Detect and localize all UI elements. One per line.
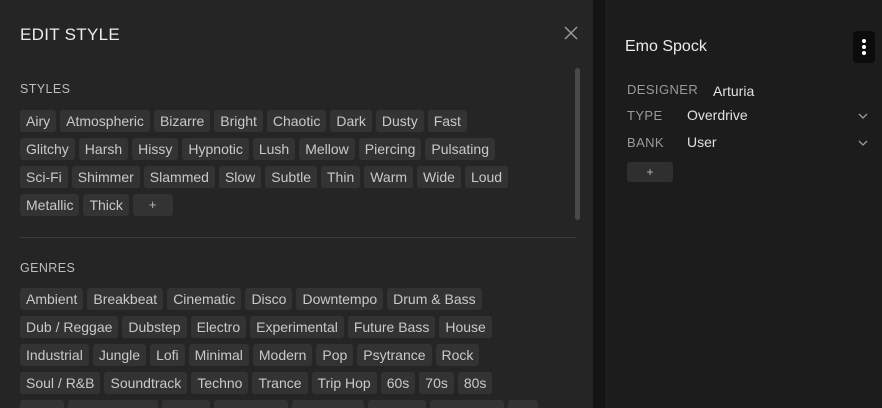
tag-chip[interactable]: Industrial: [20, 344, 89, 366]
tag-chip[interactable]: Pulsating: [425, 138, 495, 160]
tag-chip[interactable]: Techno: [191, 372, 249, 394]
tag-chip[interactable]: Slow: [218, 166, 262, 188]
close-icon[interactable]: [562, 24, 580, 42]
type-label: TYPE: [627, 108, 663, 123]
tag-chip[interactable]: Shimmer: [71, 166, 140, 188]
tag-row: Airy Atmospheric Bizarre Bright Chaotic Dark D…: [20, 110, 568, 132]
tag-chip[interactable]: Trip Hop: [311, 372, 377, 394]
tag-chip[interactable]: Disco: [245, 288, 293, 310]
tag-chip[interactable]: Downtempo: [296, 288, 384, 310]
styles-section-label: STYLES: [20, 82, 71, 96]
tag-chip-cut-off[interactable]: [292, 400, 364, 408]
tag-chip[interactable]: Thick: [83, 194, 129, 216]
tag-chip-cut-off[interactable]: [20, 400, 64, 408]
tag-chip[interactable]: Airy: [20, 110, 57, 132]
tag-chip[interactable]: Trance: [252, 372, 308, 394]
tag-chip[interactable]: Lofi: [150, 344, 185, 366]
tag-row: Dub / Reggae Dubstep Electro Experimental Fu…: [20, 316, 568, 338]
tag-chip[interactable]: Dub / Reggae: [20, 316, 119, 338]
tag-chip[interactable]: Sci-Fi: [20, 166, 68, 188]
tag-chip[interactable]: Dubstep: [122, 316, 187, 338]
tag-chip[interactable]: Thin: [321, 166, 361, 188]
add-style-button[interactable]: +: [132, 194, 173, 216]
tag-chip[interactable]: Hypnotic: [182, 138, 249, 160]
tag-chip[interactable]: Glitchy: [20, 138, 75, 160]
tag-chip[interactable]: Metallic: [20, 194, 80, 216]
tag-chip-cut-off[interactable]: [214, 400, 288, 408]
genres-section-label: GENRES: [20, 261, 76, 275]
section-divider: [20, 237, 576, 238]
tag-chip[interactable]: Subtle: [265, 166, 317, 188]
type-select[interactable]: Overdrive: [687, 107, 748, 123]
tag-row: Soul / R&B Soundtrack Techno Trance Trip Hop…: [20, 372, 568, 394]
bank-select[interactable]: User: [687, 134, 717, 150]
tag-chip-cut-off[interactable]: [162, 400, 210, 408]
tag-chip[interactable]: Bizarre: [153, 110, 211, 132]
tag-chip[interactable]: Wide: [417, 166, 461, 188]
type-chevron-down-icon[interactable]: [857, 110, 869, 122]
bank-chevron-down-icon[interactable]: [857, 137, 869, 149]
tag-chip[interactable]: Psytrance: [357, 344, 432, 366]
designer-value[interactable]: Arturia: [713, 83, 754, 99]
tag-chip[interactable]: Soul / R&B: [20, 372, 101, 394]
add-bank-button[interactable]: +: [627, 162, 673, 182]
tag-chip-cut-off[interactable]: [368, 400, 426, 408]
tag-chip[interactable]: Future Bass: [347, 316, 436, 338]
tag-chip[interactable]: Soundtrack: [104, 372, 188, 394]
scrollbar[interactable]: [575, 68, 580, 220]
tag-chip[interactable]: Pop: [316, 344, 354, 366]
tag-chip[interactable]: House: [439, 316, 492, 338]
genres-tag-list: Ambient Breakbeat Cinematic Disco Downtempo D…: [20, 288, 568, 408]
tag-chip[interactable]: Mellow: [299, 138, 355, 160]
tag-row: Industrial Jungle Lofi Minimal Modern Pop Psyt…: [20, 344, 568, 366]
tag-chip[interactable]: Dark: [330, 110, 372, 132]
tag-row-partial: [20, 400, 568, 408]
tag-row: Glitchy Harsh Hissy Hypnotic Lush Mellow Pierc…: [20, 138, 568, 160]
tag-chip-cut-off[interactable]: [68, 400, 158, 408]
tag-chip[interactable]: Hissy: [132, 138, 179, 160]
edit-style-panel: EDIT STYLE STYLES Airy Atmospheric Bizarre…: [0, 0, 593, 408]
tag-chip[interactable]: Rock: [435, 344, 480, 366]
tag-row: Metallic Thick +: [20, 194, 568, 216]
tag-chip[interactable]: Dusty: [375, 110, 424, 132]
tag-chip[interactable]: Warm: [364, 166, 414, 188]
more-options-icon[interactable]: [853, 31, 875, 63]
tag-chip[interactable]: Harsh: [78, 138, 129, 160]
tag-chip[interactable]: Fast: [427, 110, 467, 132]
tag-row: Ambient Breakbeat Cinematic Disco Downtempo D…: [20, 288, 568, 310]
styles-tag-list: Airy Atmospheric Bizarre Bright Chaotic Dark D…: [20, 110, 568, 222]
panel-divider: [593, 0, 605, 408]
bank-label: BANK: [627, 135, 665, 150]
tag-chip[interactable]: Electro: [190, 316, 247, 338]
tag-row: Sci-Fi Shimmer Slammed Slow Subtle Thin Warm Wi…: [20, 166, 568, 188]
tag-chip[interactable]: Atmospheric: [60, 110, 150, 132]
tag-chip[interactable]: Chaotic: [266, 110, 327, 132]
preset-name: Emo Spock: [625, 38, 707, 55]
tag-chip-cut-off[interactable]: [508, 400, 538, 408]
tag-chip[interactable]: Jungle: [92, 344, 147, 366]
tag-chip[interactable]: Piercing: [358, 138, 422, 160]
tag-chip[interactable]: Breakbeat: [87, 288, 164, 310]
tag-chip-cut-off[interactable]: [430, 400, 504, 408]
panel-title: EDIT STYLE: [20, 25, 120, 44]
tag-chip[interactable]: 80s: [457, 372, 493, 394]
tag-chip[interactable]: Ambient: [20, 288, 84, 310]
tag-chip[interactable]: 70s: [419, 372, 454, 394]
tag-chip[interactable]: Experimental: [250, 316, 344, 338]
tag-chip[interactable]: Lush: [252, 138, 296, 160]
preset-info-panel: Emo Spock DESIGNER Arturia TYPE Overdriv…: [605, 0, 882, 408]
tag-chip[interactable]: Loud: [464, 166, 509, 188]
tag-chip[interactable]: Minimal: [188, 344, 249, 366]
tag-chip[interactable]: Drum & Bass: [387, 288, 482, 310]
tag-chip[interactable]: Modern: [252, 344, 313, 366]
designer-label: DESIGNER: [627, 82, 699, 97]
tag-chip[interactable]: Slammed: [143, 166, 215, 188]
tag-chip[interactable]: 60s: [380, 372, 416, 394]
tag-chip[interactable]: Cinematic: [167, 288, 242, 310]
tag-chip[interactable]: Bright: [214, 110, 263, 132]
